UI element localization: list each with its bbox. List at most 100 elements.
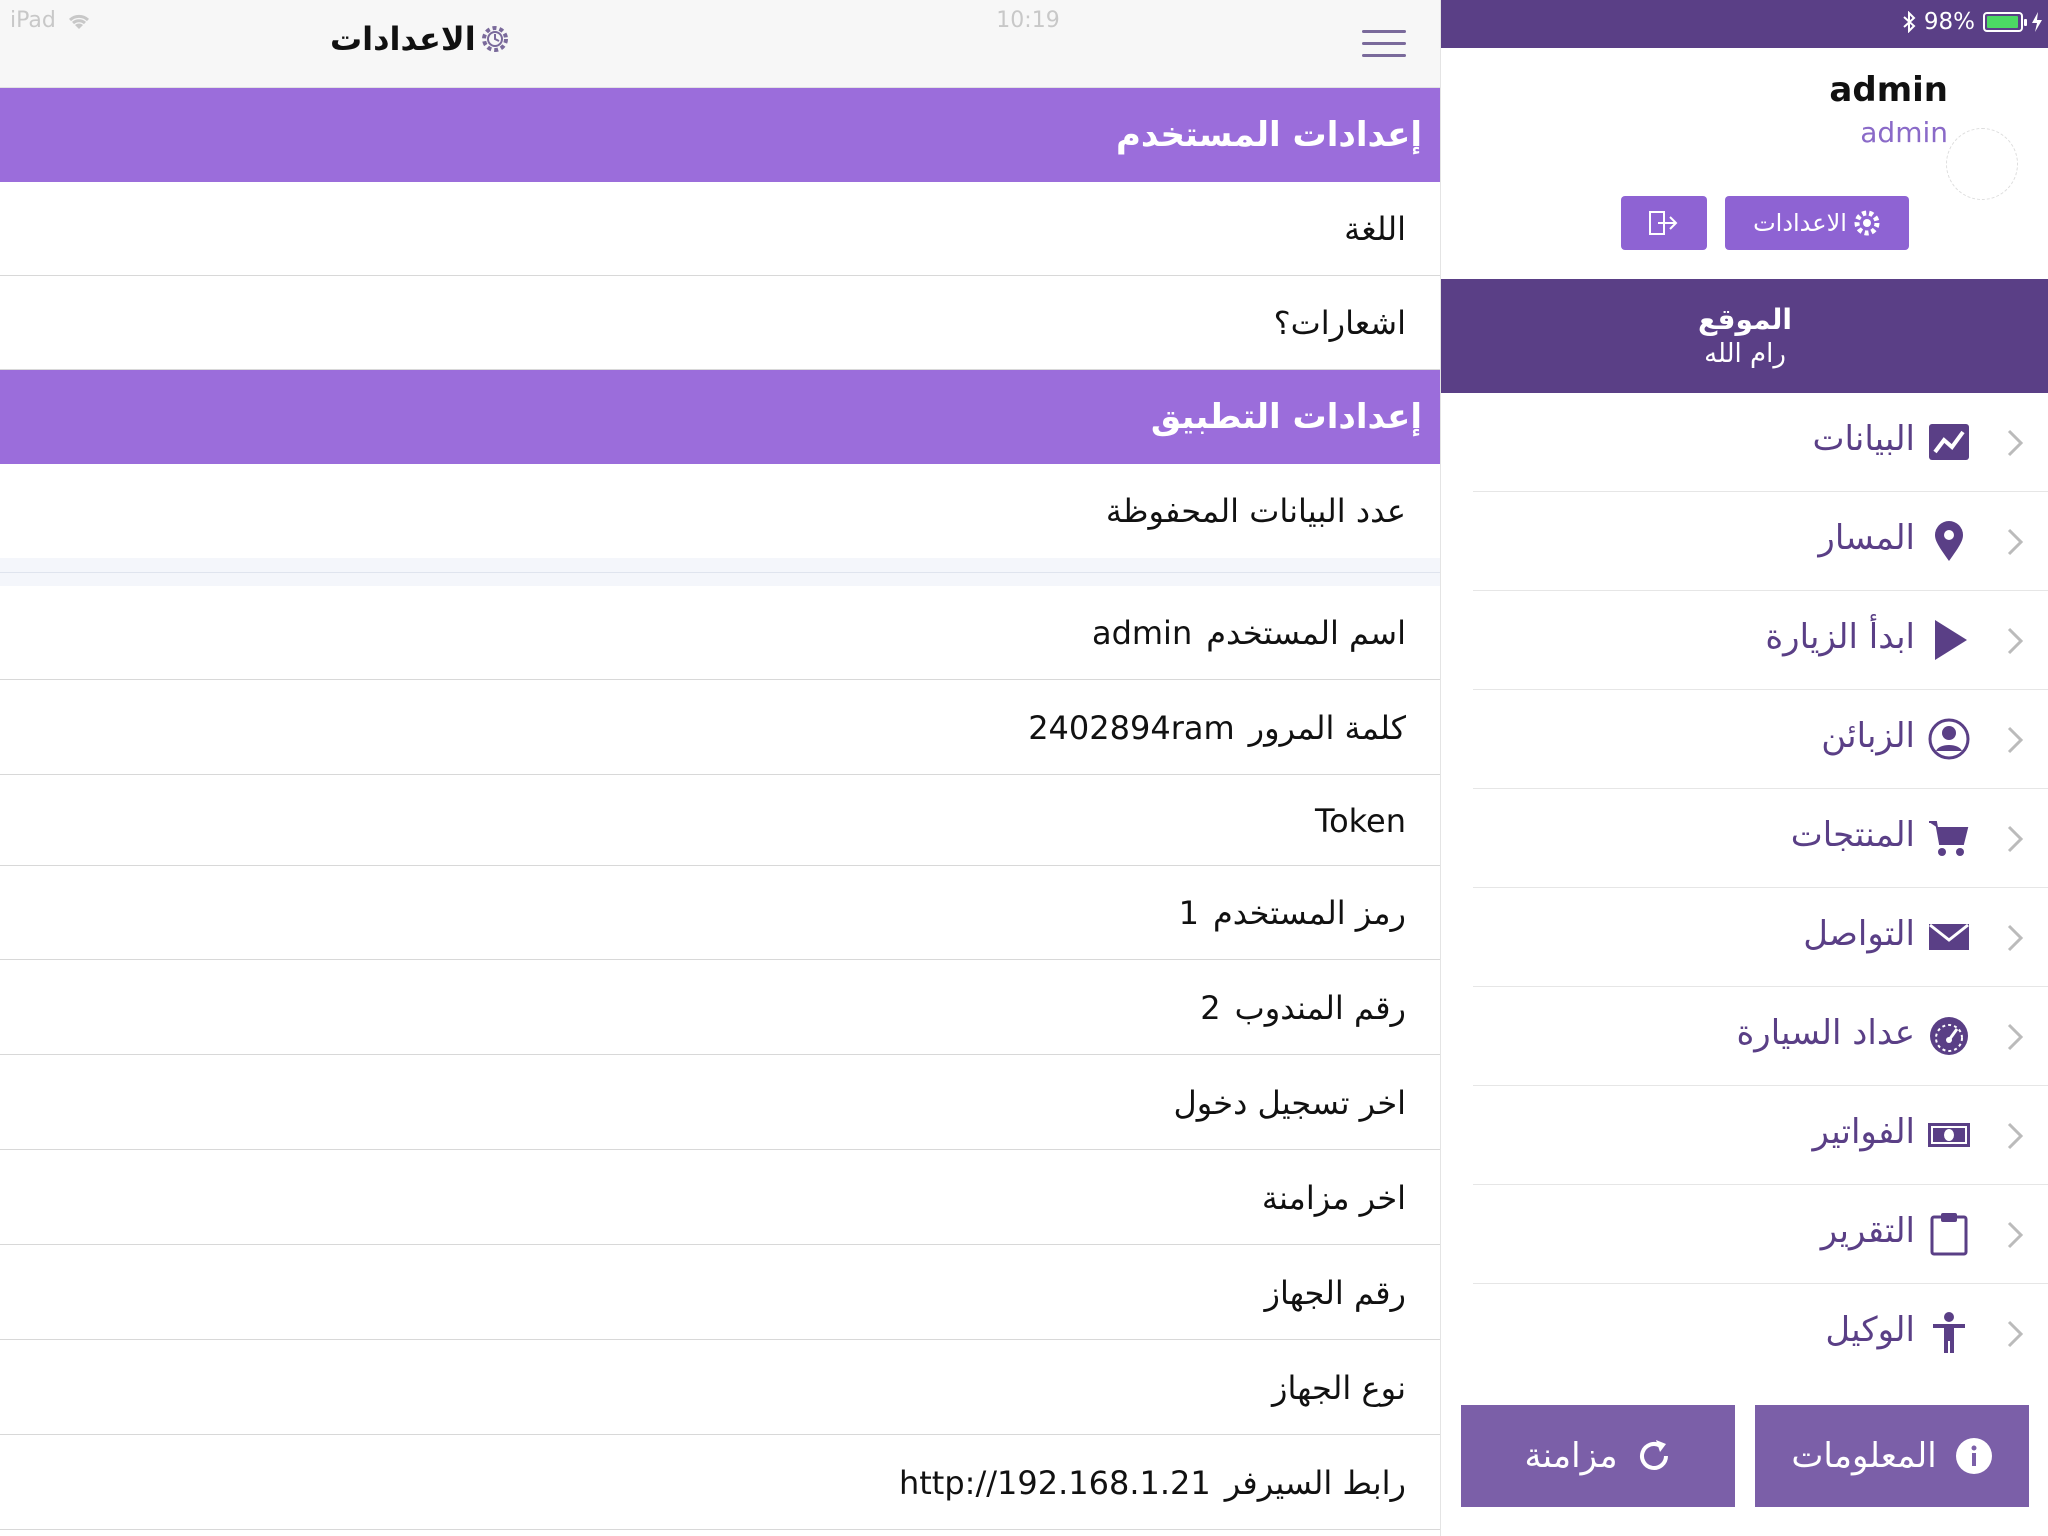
battery-percent: 98% bbox=[1923, 9, 1975, 35]
menu-item-label: ابدأ الزيارة bbox=[1765, 617, 1915, 657]
menu-item-label: الفواتير bbox=[1812, 1112, 1916, 1152]
row-label: اللغة bbox=[1344, 209, 1406, 248]
menu-item-start-visit[interactable]: ابدأ الزيارة bbox=[1473, 591, 2048, 690]
location-label: الموقع bbox=[1698, 303, 1792, 336]
menu-item-label: التواصل bbox=[1803, 914, 1915, 954]
location-value: رام الله bbox=[1704, 339, 1786, 369]
info-row-last-sync: اخر مزامنة bbox=[0, 1151, 1440, 1245]
row-label: اخر مزامنة bbox=[1261, 1178, 1406, 1217]
menu-line-icon bbox=[1362, 30, 1406, 33]
menu-item-agent[interactable]: الوكيل bbox=[1473, 1284, 2048, 1383]
user-circle-icon bbox=[1928, 718, 1970, 760]
row-label: اشعارات؟ bbox=[1273, 303, 1406, 342]
status-bar-right: 98% bbox=[1441, 0, 2048, 48]
battery-icon bbox=[1983, 12, 2027, 32]
info-button-label: المعلومات bbox=[1791, 1436, 1937, 1476]
chevron-right-icon bbox=[2007, 726, 2024, 754]
page-title: الاعدادات bbox=[330, 20, 510, 58]
profile-role: admin bbox=[1860, 116, 1948, 149]
logout-icon bbox=[1649, 211, 1678, 235]
map-pin-icon bbox=[1935, 521, 1963, 561]
chevron-right-icon bbox=[2007, 429, 2024, 457]
row-label: نوع الجهاز bbox=[1272, 1368, 1406, 1407]
menu-item-report[interactable]: التقرير bbox=[1473, 1185, 2048, 1284]
menu-item-label: الوكيل bbox=[1825, 1310, 1915, 1350]
gear-icon bbox=[1854, 210, 1880, 236]
chevron-right-icon bbox=[2007, 1221, 2024, 1249]
menu-item-label: المنتجات bbox=[1790, 815, 1915, 855]
chevron-right-icon bbox=[2007, 1122, 2024, 1150]
side-drawer: 98% admin admin الاعدادات الموقع رام الل… bbox=[1440, 0, 2048, 1536]
chevron-right-icon bbox=[2007, 825, 2024, 853]
menu-item-products[interactable]: المنتجات bbox=[1473, 789, 2048, 888]
page-title-text: الاعدادات bbox=[330, 20, 476, 58]
chevron-right-icon bbox=[2007, 528, 2024, 556]
row-label: عدد البيانات المحفوظة bbox=[1105, 492, 1406, 530]
settings-row-saved-data-count[interactable]: عدد البيانات المحفوظة bbox=[0, 464, 1440, 558]
info-row-username: اسم المستخدم admin bbox=[0, 586, 1440, 680]
info-row-rep-number: رقم المندوب 2 bbox=[0, 961, 1440, 1055]
row-label: Token bbox=[1314, 801, 1406, 840]
info-row-device-number: رقم الجهاز bbox=[0, 1246, 1440, 1340]
sync-button-label: مزامنة bbox=[1524, 1436, 1618, 1476]
settings-button[interactable]: الاعدادات bbox=[1725, 196, 1909, 250]
row-label: اخر تسجيل دخول bbox=[1173, 1083, 1406, 1122]
hamburger-menu-button[interactable] bbox=[1362, 30, 1406, 58]
menu-item-route[interactable]: المسار bbox=[1473, 492, 2048, 591]
row-label: رمز المستخدم bbox=[1212, 893, 1406, 932]
row-value: http://192.168.1.21 bbox=[898, 1463, 1211, 1502]
info-row-password: كلمة المرور 2402894ram bbox=[0, 681, 1440, 775]
row-value: 1 bbox=[1178, 893, 1199, 932]
info-row-device-type: نوع الجهاز bbox=[0, 1341, 1440, 1435]
chevron-right-icon bbox=[2007, 627, 2024, 655]
sync-button[interactable]: مزامنة bbox=[1461, 1405, 1735, 1507]
row-label: كلمة المرور bbox=[1248, 708, 1406, 747]
menu-item-label: التقرير bbox=[1820, 1211, 1915, 1251]
info-row-server-url: رابط السيرفر http://192.168.1.21 bbox=[0, 1436, 1440, 1530]
menu-line-icon bbox=[1362, 42, 1406, 45]
person-icon bbox=[1933, 1312, 1965, 1353]
money-icon bbox=[1928, 1123, 1970, 1147]
section-header-user-settings: إعدادات المستخدم bbox=[0, 88, 1440, 182]
cart-icon bbox=[1929, 821, 1969, 856]
menu-item-invoices[interactable]: الفواتير bbox=[1473, 1086, 2048, 1185]
menu-item-contact[interactable]: التواصل bbox=[1473, 888, 2048, 987]
settings-row-language[interactable]: اللغة bbox=[0, 182, 1440, 276]
profile-name: admin bbox=[1829, 70, 1948, 110]
info-row-user-id: رمز المستخدم 1 bbox=[0, 866, 1440, 960]
row-label: اسم المستخدم bbox=[1206, 613, 1406, 652]
envelope-icon bbox=[1929, 923, 1969, 950]
settings-gear-icon bbox=[481, 26, 508, 52]
row-value: 2 bbox=[1200, 988, 1221, 1027]
navigation-bar: iPad 10:19 الاعدادات bbox=[0, 0, 1440, 88]
menu-item-odometer[interactable]: عداد السيارة bbox=[1473, 987, 2048, 1086]
menu-line-icon bbox=[1362, 54, 1406, 57]
settings-button-label: الاعدادات bbox=[1753, 209, 1847, 237]
menu-item-label: المسار bbox=[1818, 518, 1915, 558]
settings-row-notifications[interactable]: اشعارات؟ bbox=[0, 276, 1440, 370]
location-panel: الموقع رام الله bbox=[1441, 279, 2048, 393]
chevron-right-icon bbox=[2007, 1023, 2024, 1051]
play-icon bbox=[1935, 620, 1967, 660]
settings-panel: iPad 10:19 الاعدادات إعدادات المستخدم ال… bbox=[0, 0, 1440, 1536]
bluetooth-icon bbox=[1903, 11, 1916, 33]
menu-item-label: الزبائن bbox=[1821, 716, 1915, 756]
row-value: 2402894ram bbox=[1028, 708, 1235, 747]
row-label: رقم الجهاز bbox=[1264, 1273, 1406, 1312]
menu-item-data[interactable]: البيانات bbox=[1473, 393, 2048, 492]
menu-item-label: عداد السيارة bbox=[1736, 1013, 1915, 1053]
info-icon bbox=[1955, 1438, 1992, 1474]
speedometer-icon bbox=[1930, 1017, 1968, 1055]
info-button[interactable]: المعلومات bbox=[1755, 1405, 2029, 1507]
row-label: رقم المندوب bbox=[1234, 988, 1406, 1027]
divider bbox=[0, 572, 1440, 573]
logout-button[interactable] bbox=[1621, 196, 1707, 250]
avatar[interactable] bbox=[1946, 128, 2018, 200]
menu-item-label: البيانات bbox=[1812, 419, 1915, 459]
menu-item-customers[interactable]: الزبائن bbox=[1473, 690, 2048, 789]
charging-icon bbox=[2032, 12, 2042, 32]
chevron-right-icon bbox=[2007, 924, 2024, 952]
refresh-icon bbox=[1639, 1440, 1668, 1470]
clipboard-icon bbox=[1930, 1213, 1968, 1256]
info-row-last-login: اخر تسجيل دخول bbox=[0, 1056, 1440, 1150]
